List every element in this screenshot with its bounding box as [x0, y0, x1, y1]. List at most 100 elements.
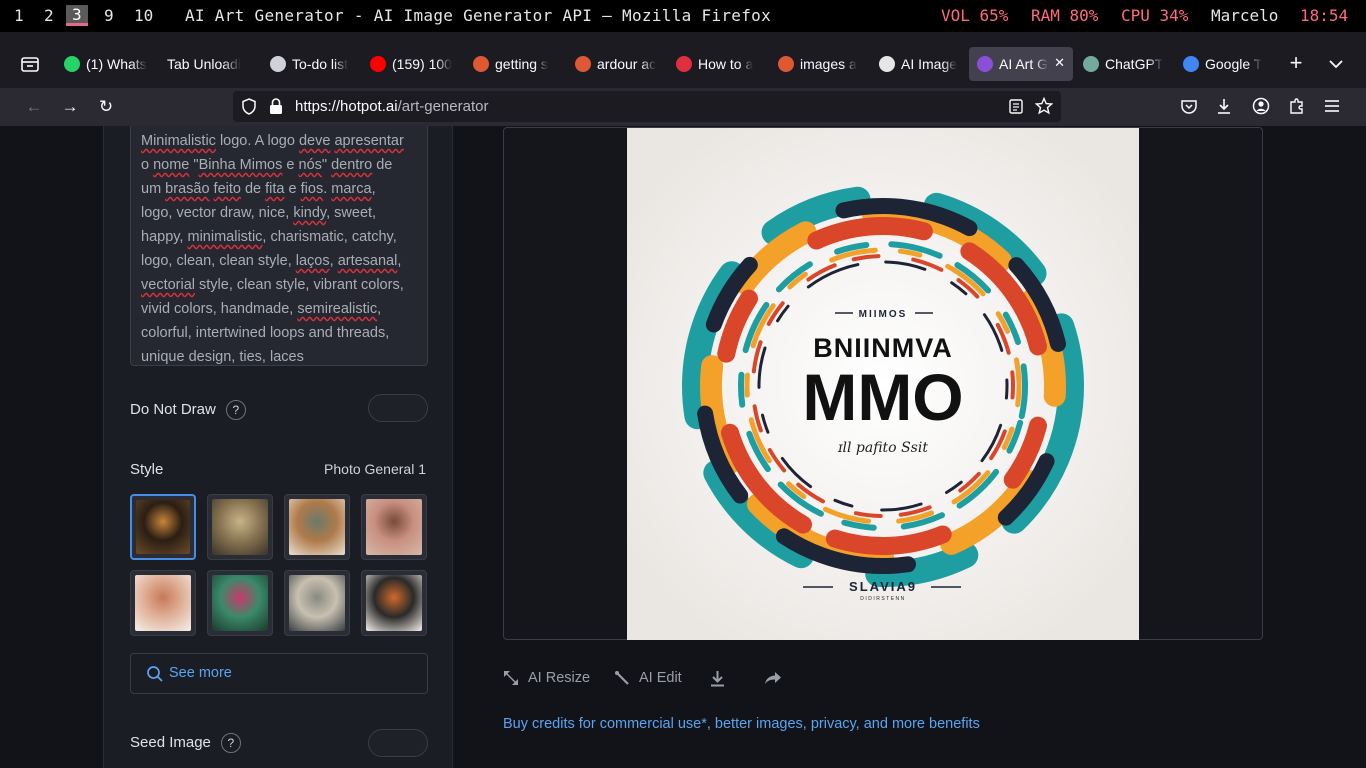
prompt-text: colorful, intertwined loops and threads, [141, 325, 390, 341]
tab-list-chevron-icon[interactable] [1327, 55, 1345, 73]
prompt-text: unique design, ties, laces [141, 349, 304, 365]
prompt-text: , [371, 181, 376, 197]
do-not-draw-toggle[interactable] [368, 394, 428, 422]
style-fox-logo-thumbnail[interactable] [361, 570, 427, 636]
resize-icon [504, 671, 518, 685]
reload-icon[interactable]: ↻ [96, 97, 116, 117]
download-icon[interactable] [1215, 97, 1233, 115]
prompt-text: style, clean style, vibrant colors, [195, 277, 404, 293]
tab-4[interactable]: (159) 100 [370, 47, 456, 81]
style-cyber-woman-thumbnail[interactable] [207, 570, 273, 636]
style-tiger-thumbnail[interactable] [130, 494, 196, 560]
seed-image-help-icon[interactable]: ? [220, 733, 241, 753]
misspelled-word: feito [213, 181, 241, 197]
ram-indicator: RAM 80% [1031, 6, 1099, 25]
system-bar: 1 2 3 9 10 AI Art Generator - AI Image G… [0, 0, 1366, 32]
thumbnail-image [289, 499, 345, 555]
thumbnail-image [289, 575, 345, 631]
thumbnail-image [212, 575, 268, 631]
bookmark-star-icon[interactable] [1034, 96, 1054, 115]
tab-7[interactable]: How to a [676, 47, 760, 81]
misspelled-word: dentro [331, 157, 373, 173]
back-arrow-icon[interactable]: ← [24, 97, 44, 117]
extensions-puzzle-icon[interactable] [1288, 97, 1306, 115]
tab-5[interactable]: getting s [473, 47, 557, 81]
download-arrow-icon [711, 671, 724, 687]
workspace-10[interactable]: 10 [134, 6, 153, 25]
see-more-button[interactable]: See more [130, 653, 428, 694]
artwork-top-text: MIIMOS [859, 309, 908, 320]
prompt-line: happy, minimalistic, charismatic, catchy… [141, 225, 417, 249]
prompt-textarea[interactable]: Minimalistic logo. A logo deve apresenta… [130, 126, 428, 366]
tab-label: (159) 100 [392, 56, 452, 72]
see-more-label: See more [169, 665, 232, 681]
volume-indicator: VOL 65% [941, 6, 1009, 25]
prompt-text: logo. A logo [215, 133, 299, 149]
tab-9[interactable]: AI Image [879, 47, 965, 81]
workspace-9[interactable]: 9 [104, 6, 114, 25]
hamburger-menu-icon[interactable] [1324, 98, 1340, 114]
firefox-view-icon[interactable] [20, 55, 40, 73]
ai-edit-label: AI Edit [639, 670, 682, 686]
prompt-line: vivid colors, handmade, semirealistic, [141, 297, 417, 321]
shield-icon[interactable] [241, 98, 257, 115]
url-bar[interactable]: https://hotpot.ai/art-generator [233, 91, 1061, 122]
style-selected-value: Photo General 1 [324, 461, 426, 477]
search-icon [146, 665, 164, 683]
close-tab-icon[interactable]: ✕ [1054, 55, 1065, 71]
buy-credits-link[interactable]: Buy credits for commercial use*, better … [503, 716, 980, 732]
seed-image-label: Seed Image [130, 733, 211, 751]
tab-12[interactable]: Google T [1183, 47, 1265, 81]
thumbnail-image [212, 499, 268, 555]
prompt-line: o nome "Binha Mimos e nós" dentro de [141, 153, 417, 177]
tab-8[interactable]: images a [778, 47, 862, 81]
url-text[interactable]: https://hotpot.ai/art-generator [295, 98, 488, 115]
style-anime-girl-thumbnail[interactable] [361, 494, 427, 560]
duckduckgo-icon [473, 56, 489, 72]
workspace-2[interactable]: 2 [44, 6, 54, 25]
lock-icon[interactable] [269, 98, 283, 115]
prompt-text: e [282, 157, 299, 173]
tab-label: ardour ac [597, 56, 657, 72]
new-tab-icon[interactable]: + [1286, 52, 1306, 74]
style-violinist-thumbnail[interactable] [284, 494, 350, 560]
tab-3[interactable]: To-do list [270, 47, 354, 81]
artwork-bottom-text: SLAVIA9 [849, 579, 917, 594]
tab-2[interactable]: Tab Unloadi [167, 47, 249, 81]
misspelled-word: artesanal [337, 253, 398, 269]
account-icon[interactable] [1252, 97, 1270, 115]
style-old-man-thumbnail[interactable] [284, 570, 350, 636]
seed-image-row: Seed Image? [130, 733, 241, 753]
tab-10[interactable]: AI Art G ✕ [969, 47, 1073, 81]
workspace-1[interactable]: 1 [14, 6, 24, 25]
tab-1[interactable]: (1) Whats [64, 47, 150, 81]
misspelled-word: minimalistic [187, 229, 263, 245]
forward-arrow-icon[interactable]: → [60, 97, 80, 117]
tab-6[interactable]: ardour ac [575, 47, 659, 81]
prompt-text: de [372, 157, 393, 173]
generated-artwork[interactable]: MIIMOS BNIINMVA MMO ɪll pafito Ssit SLAV… [627, 128, 1139, 640]
reader-view-icon[interactable] [1009, 99, 1023, 114]
duckduckgo-icon [575, 56, 591, 72]
duckduckgo-icon [778, 56, 794, 72]
result-image-frame: MIIMOS BNIINMVA MMO ɪll pafito Ssit SLAV… [503, 127, 1263, 640]
prompt-text: happy, [141, 229, 188, 245]
tab-label: (1) Whats [86, 56, 147, 72]
seed-image-toggle[interactable] [368, 729, 428, 757]
ai-resize-button[interactable]: AI Resize [503, 670, 590, 686]
tab-11[interactable]: ChatGPT [1083, 47, 1165, 81]
share-button[interactable] [764, 670, 782, 686]
style-glass-figure-thumbnail[interactable] [130, 570, 196, 636]
web-page: Minimalistic logo. A logo deve apresenta… [0, 126, 1366, 768]
ai-resize-label: AI Resize [528, 670, 591, 686]
download-image-button[interactable] [709, 670, 726, 687]
pocket-icon[interactable] [1180, 98, 1198, 116]
workspace-3[interactable]: 3 [66, 5, 88, 26]
ai-edit-button[interactable]: AI Edit [614, 670, 682, 686]
style-robot-bull-thumbnail[interactable] [207, 494, 273, 560]
do-not-draw-help-icon[interactable]: ? [225, 400, 246, 420]
arch-icon [676, 56, 692, 72]
misspelled-word: apresentar [334, 133, 404, 149]
prompt-text: " [189, 157, 199, 173]
username: Marcelo [1211, 6, 1279, 25]
